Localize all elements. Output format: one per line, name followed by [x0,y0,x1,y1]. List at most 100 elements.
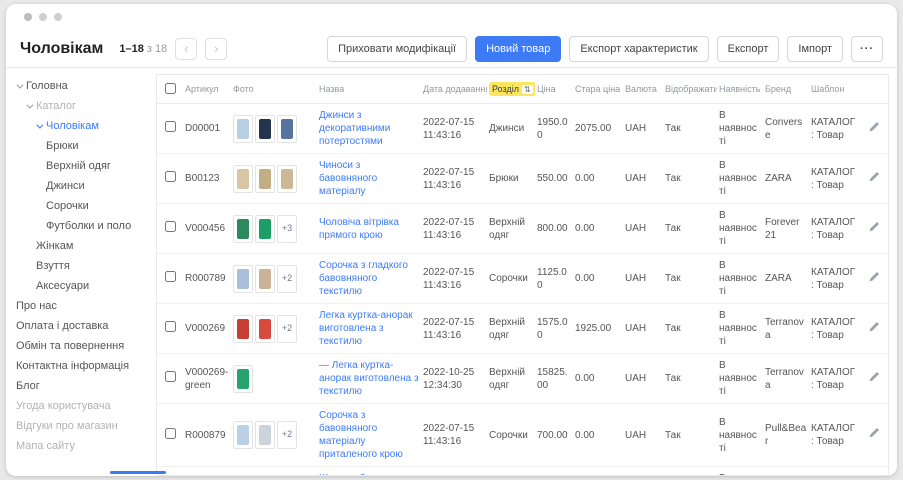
column-header[interactable]: Назва [317,75,421,104]
export-button[interactable]: Експорт [717,36,780,62]
availability-cell: В наявності [717,204,763,254]
column-header[interactable]: Фото [231,75,317,104]
more-photos-badge[interactable]: +2 [277,265,297,293]
column-header[interactable]: Бренд [763,75,809,104]
horizontal-scrollbar-thumb[interactable] [110,471,166,474]
article-cell: B000321 [183,467,231,477]
article-cell: D00001 [183,104,231,154]
sidebar-item[interactable]: Угода користувача [16,396,154,416]
row-checkbox[interactable] [165,121,176,132]
row-checkbox[interactable] [165,221,176,232]
product-name-link[interactable]: Джинси з декоративними потертостями [319,110,390,147]
edit-icon[interactable] [868,121,880,137]
column-header[interactable]: Шаблон [809,75,859,104]
sidebar-item[interactable]: Джинси [16,176,154,196]
sort-icon[interactable]: ⇅ [522,85,533,94]
select-all-checkbox[interactable] [165,83,176,94]
delete-icon[interactable] [887,121,889,137]
name-cell: Чиноси з бавовняного матеріалу [317,154,421,204]
more-photos-badge[interactable]: +2 [277,421,297,449]
row-select-cell [157,304,183,354]
delete-icon[interactable] [887,171,889,187]
product-name-link[interactable]: Легка куртка-анорак виготовлена з тексти… [319,310,413,347]
article-cell: B00123 [183,154,231,204]
actions-cell [859,204,889,254]
delete-icon[interactable] [887,271,889,287]
sidebar-item[interactable]: Сорочки [16,196,154,216]
article-cell: V000269 [183,304,231,354]
row-checkbox[interactable] [165,171,176,182]
availability-cell: В наявності [717,104,763,154]
photo-cell: +2 [231,404,317,467]
sidebar-item[interactable]: Контактна інформація [16,356,154,376]
row-checkbox[interactable] [165,428,176,439]
export-characteristics-button[interactable]: Експорт характеристик [569,36,708,62]
hide-modifications-button[interactable]: Приховати модифікації [327,36,467,62]
article-cell: R000879 [183,404,231,467]
column-header[interactable]: Валюта [623,75,663,104]
more-actions-button[interactable]: ··· [851,36,883,62]
date-value: 2022-07-15 [423,216,485,229]
row-checkbox[interactable] [165,321,176,332]
sidebar-item[interactable]: Мапа сайту [16,436,154,456]
sidebar-item[interactable]: Взуття [16,256,154,276]
delete-icon[interactable] [887,221,889,237]
sidebar-item[interactable]: Чоловікам [16,116,154,136]
traffic-light-minimize-icon[interactable] [39,13,47,21]
time-value: 11:43:16 [423,435,485,448]
more-photos-badge[interactable]: +2 [277,315,297,343]
price-cell: 1950.00 [535,104,573,154]
sidebar-item[interactable]: Обмін та повернення [16,336,154,356]
traffic-light-close-icon[interactable] [24,13,32,21]
price-cell: 1125.00 [535,254,573,304]
sidebar-item[interactable]: Про нас [16,296,154,316]
edit-icon[interactable] [868,171,880,187]
products-table: АртикулФотоНазваДата додаванняРозділ⇅Цін… [157,75,889,476]
sidebar-item[interactable]: Аксесуари [16,276,154,296]
sidebar-item-label: Сорочки [46,196,89,216]
product-name-link[interactable]: Штани з бавовняного матеріалу прямого кр… [319,473,418,476]
sidebar-item[interactable]: Брюки [16,136,154,156]
column-header[interactable]: Ціна [535,75,573,104]
sidebar-list: ГоловнаКаталогЧоловікамБрюкиВерхній одяг… [6,68,154,476]
delete-icon[interactable] [887,321,889,337]
product-name-link[interactable]: — Легка куртка-анорак виготовлена з текс… [319,360,419,397]
product-thumbnail [255,165,275,193]
row-checkbox[interactable] [165,271,176,282]
new-product-button[interactable]: Новий товар [475,36,561,62]
edit-icon[interactable] [868,321,880,337]
edit-icon[interactable] [868,427,880,443]
sidebar-item[interactable]: Жінкам [16,236,154,256]
actions-cell [859,304,889,354]
sidebar-item[interactable]: Каталог [16,96,154,116]
product-name-link[interactable]: Чиноси з бавовняного матеріалу [319,160,377,197]
import-button[interactable]: Імпорт [787,36,843,62]
sidebar-item[interactable]: Оплата і доставка [16,316,154,336]
edit-icon[interactable] [868,221,880,237]
column-header[interactable]: Дата додавання [421,75,487,104]
delete-icon[interactable] [887,371,889,387]
product-name-link[interactable]: Сорочка з гладкого бавовняного текстилю [319,260,408,297]
sidebar-item[interactable]: Відгуки про магазин [16,416,154,436]
pagination-next-button[interactable]: › [205,38,227,60]
delete-icon[interactable] [887,427,889,443]
pagination-prev-button[interactable]: ‹ [175,38,197,60]
sidebar-item[interactable]: Верхній одяг [16,156,154,176]
page-header: Чоловікам 1–18 з 18 ‹ › Приховати модифі… [6,30,897,68]
sidebar-item[interactable]: Футболки и поло [16,216,154,236]
product-name-link[interactable]: Чоловіча вітрівка прямого крою [319,217,399,241]
column-header[interactable]: Відображати [663,75,717,104]
availability-cell: В наявності [717,467,763,477]
column-header[interactable]: Артикул [183,75,231,104]
traffic-light-maximize-icon[interactable] [54,13,62,21]
edit-icon[interactable] [868,271,880,287]
column-header[interactable]: Наявність [717,75,763,104]
row-checkbox[interactable] [165,371,176,382]
sidebar-item[interactable]: Блог [16,376,154,396]
more-photos-badge[interactable]: +3 [277,215,297,243]
column-header[interactable]: Розділ⇅ [487,75,535,104]
column-header[interactable]: Стара ціна [573,75,623,104]
edit-icon[interactable] [868,371,880,387]
sidebar-item[interactable]: Головна [16,76,154,96]
product-name-link[interactable]: Сорочка з бавовняного матеріалу притален… [319,410,403,460]
